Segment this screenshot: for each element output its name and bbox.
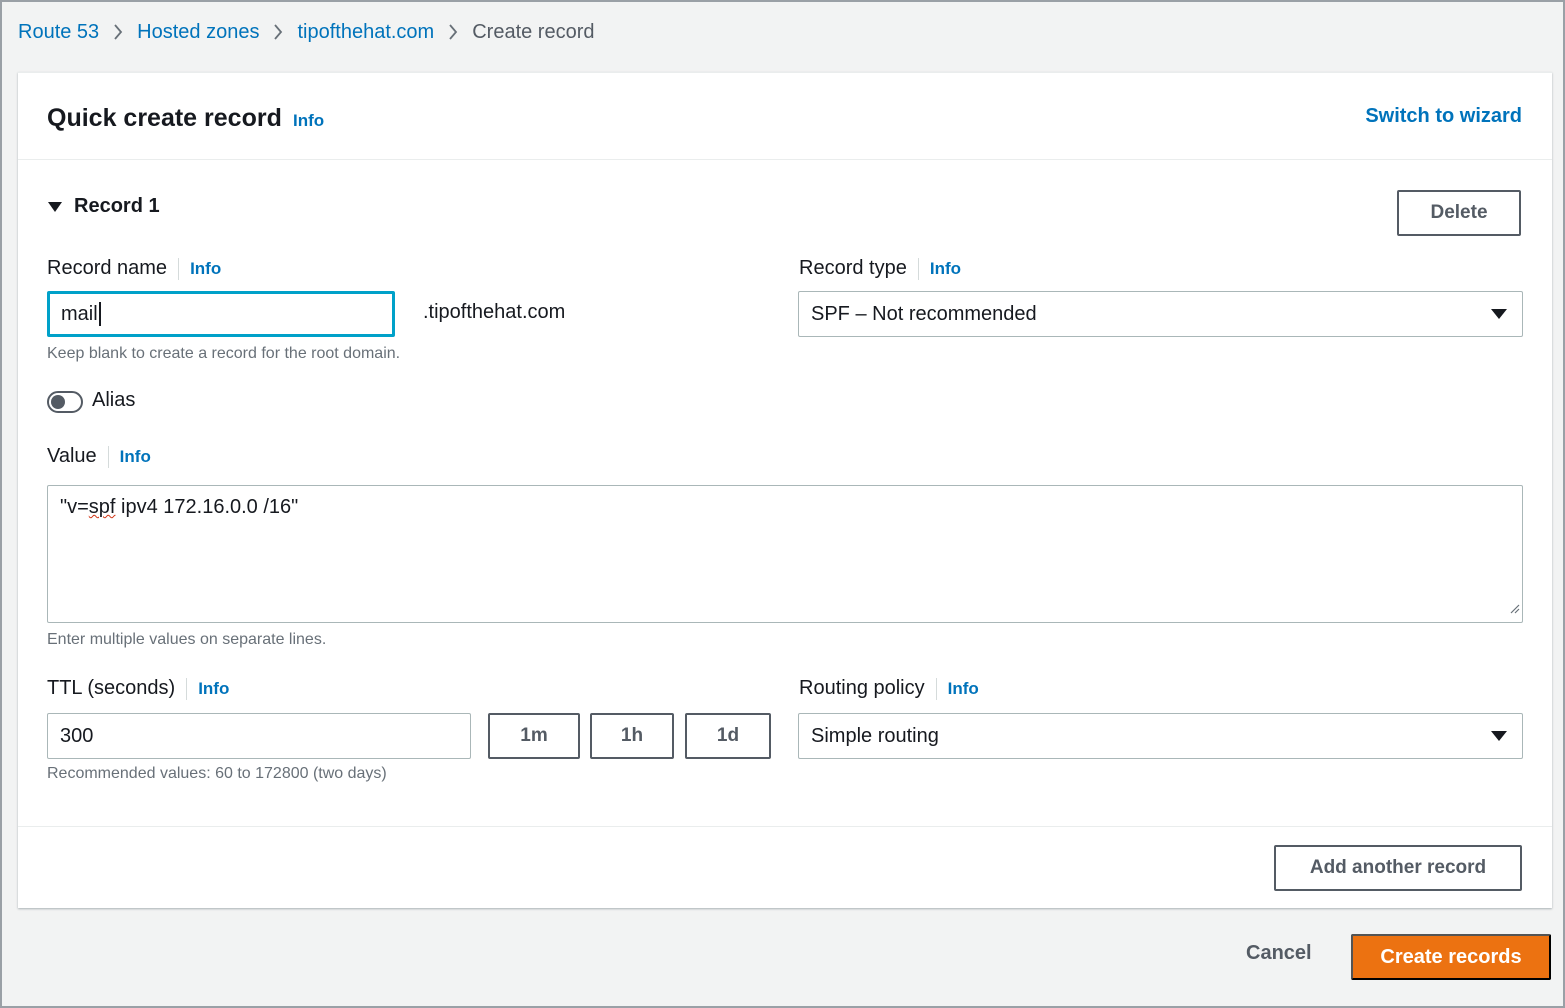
record-name-hint: Keep blank to create a record for the ro… — [47, 345, 401, 362]
record-section-toggle[interactable]: Record 1 — [48, 195, 160, 218]
chevron-right-icon — [448, 23, 458, 41]
alias-toggle[interactable] — [47, 391, 83, 413]
record-name-label: Record name — [47, 257, 168, 279]
ttl-label-row: TTL (seconds) Info — [47, 677, 229, 700]
record-heading: Record 1 — [74, 195, 160, 217]
breadcrumb-route53[interactable]: Route 53 — [18, 21, 99, 44]
panel-footer-divider — [18, 826, 1552, 827]
label-divider — [107, 445, 109, 468]
breadcrumb-hosted-zone[interactable]: tipofthehat.com — [297, 21, 434, 44]
add-another-record-button[interactable]: Add another record — [1274, 845, 1522, 891]
record-name-input[interactable]: mail — [47, 291, 395, 337]
caret-down-icon — [48, 201, 62, 213]
routing-policy-info-link[interactable]: Info — [948, 679, 979, 699]
value-text-misspelled: spf — [88, 496, 116, 518]
value-hint: Enter multiple values on separate lines. — [47, 631, 327, 648]
value-textarea[interactable]: "v=spf ipv4 172.16.0.0 /16" — [47, 485, 1523, 623]
ttl-hint: Recommended values: 60 to 172800 (two da… — [47, 765, 387, 782]
ttl-1d-button[interactable]: 1d — [685, 713, 771, 759]
chevron-right-icon — [273, 23, 283, 41]
quick-create-panel: Quick create record Info Switch to wizar… — [18, 72, 1552, 908]
ttl-value: 300 — [60, 724, 94, 747]
text-cursor — [98, 302, 101, 326]
routing-policy-select[interactable]: Simple routing — [798, 713, 1523, 759]
breadcrumb: Route 53 Hosted zones tipofthehat.com Cr… — [18, 18, 595, 46]
routing-policy-label: Routing policy — [799, 677, 925, 699]
routing-policy-selected: Simple routing — [811, 724, 939, 747]
record-type-label: Record type — [799, 257, 907, 279]
routing-policy-label-row: Routing policy Info — [799, 677, 979, 700]
chevron-right-icon — [113, 23, 123, 41]
value-info-link[interactable]: Info — [120, 447, 151, 467]
ttl-input[interactable]: 300 — [47, 713, 471, 759]
caret-down-icon — [1491, 308, 1507, 320]
resize-grip-icon[interactable] — [1508, 597, 1520, 620]
ttl-1h-button[interactable]: 1h — [590, 713, 674, 759]
record-type-select[interactable]: SPF – Not recommended — [798, 291, 1523, 337]
breadcrumb-hosted-zones[interactable]: Hosted zones — [137, 21, 259, 44]
value-text-suffix: ipv4 172.16.0.0 /16" — [115, 496, 299, 518]
toggle-knob — [51, 395, 65, 409]
ttl-info-link[interactable]: Info — [198, 679, 229, 699]
ttl-1m-button[interactable]: 1m — [488, 713, 580, 759]
delete-button[interactable]: Delete — [1397, 190, 1521, 236]
value-text-prefix: "v= — [60, 496, 89, 518]
page-title: Quick create record — [47, 104, 282, 132]
label-divider — [935, 677, 937, 700]
panel-header: Quick create record Info Switch to wizar… — [18, 73, 1552, 160]
caret-down-icon — [1491, 730, 1507, 742]
cancel-button[interactable]: Cancel — [1246, 942, 1312, 965]
label-divider — [917, 257, 919, 280]
record-name-label-row: Record name Info — [47, 257, 221, 280]
label-divider — [178, 257, 180, 280]
record-name-value: mail — [61, 302, 98, 325]
record-name-info-link[interactable]: Info — [190, 259, 221, 279]
label-divider — [186, 677, 188, 700]
switch-to-wizard-link[interactable]: Switch to wizard — [1365, 105, 1522, 128]
create-records-button[interactable]: Create records — [1351, 934, 1551, 980]
ttl-label: TTL (seconds) — [47, 677, 176, 699]
value-label-row: Value Info — [47, 445, 151, 468]
record-type-selected: SPF – Not recommended — [811, 302, 1037, 325]
record-name-suffix: .tipofthehat.com — [423, 301, 566, 323]
title-info-link[interactable]: Info — [293, 111, 324, 131]
value-label: Value — [47, 445, 97, 467]
record-type-label-row: Record type Info — [799, 257, 961, 280]
breadcrumb-current: Create record — [472, 20, 595, 43]
record-type-info-link[interactable]: Info — [930, 259, 961, 279]
alias-label: Alias — [92, 389, 136, 411]
